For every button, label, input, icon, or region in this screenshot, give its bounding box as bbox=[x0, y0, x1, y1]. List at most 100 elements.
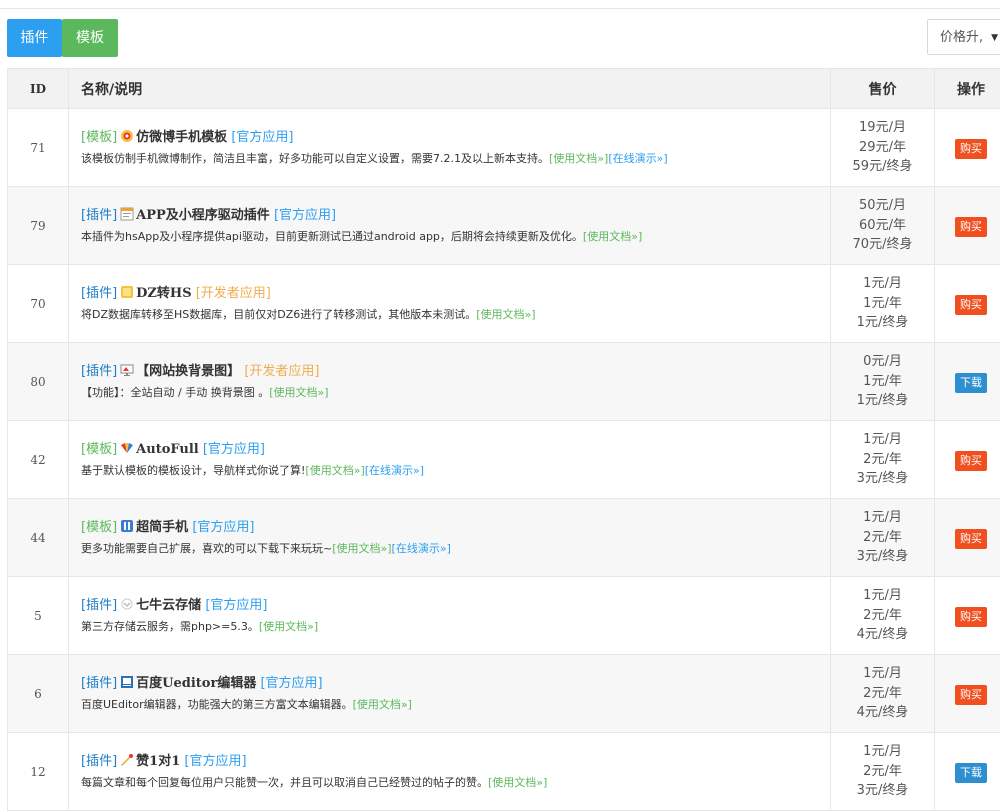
app-description: 本插件为hsApp及小程序提供api驱动，目前更新测试已通过android ap… bbox=[81, 230, 583, 243]
download-button[interactable]: 下载 bbox=[955, 373, 987, 393]
price-item: 1元/月 bbox=[832, 664, 933, 684]
row-id: 44 bbox=[8, 499, 69, 577]
type-tag-link[interactable]: [插件] bbox=[81, 754, 117, 769]
price-item: 1元/月 bbox=[832, 430, 933, 450]
app-description: 百度UEditor编辑器，功能强大的第三方富文本编辑器。 bbox=[81, 698, 353, 711]
row-id: 6 bbox=[8, 655, 69, 733]
price-item: 2元/年 bbox=[832, 606, 933, 626]
row-price-cell: 1元/月1元/年1元/终身 bbox=[831, 265, 935, 343]
price-item: 1元/月 bbox=[832, 274, 933, 294]
buy-button[interactable]: 购买 bbox=[955, 685, 987, 705]
download-button[interactable]: 下载 bbox=[955, 763, 987, 783]
buy-button[interactable]: 购买 bbox=[955, 529, 987, 549]
sort-select[interactable]: 价格升, ▼ bbox=[927, 19, 1000, 55]
app-title: APP及小程序驱动插件 bbox=[136, 208, 270, 223]
app-table: ID 名称/说明 售价 操作 71[模板]仿微博手机模板 [官方应用]该模板仿制… bbox=[7, 68, 1000, 811]
buy-button[interactable]: 购买 bbox=[955, 217, 987, 237]
hs-logo-icon bbox=[120, 519, 134, 533]
price-item: 70元/终身 bbox=[832, 235, 933, 255]
row-id: 12 bbox=[8, 733, 69, 811]
row-id: 71 bbox=[8, 109, 69, 187]
price-item: 1元/终身 bbox=[832, 313, 933, 333]
type-tag-link[interactable]: [模板] bbox=[81, 520, 117, 535]
row-price-cell: 0元/月1元/年1元/终身 bbox=[831, 343, 935, 421]
price-item: 0元/月 bbox=[832, 352, 933, 372]
buy-button[interactable]: 购买 bbox=[955, 451, 987, 471]
app-title: DZ转HS bbox=[136, 286, 191, 301]
price-item: 60元/年 bbox=[832, 216, 933, 236]
doc-link[interactable]: [使用文档»] bbox=[269, 386, 328, 399]
source-tag-link[interactable]: [官方应用] bbox=[203, 442, 265, 457]
source-tag-link[interactable]: [官方应用] bbox=[231, 130, 293, 145]
doc-link[interactable]: [使用文档»] bbox=[305, 464, 364, 477]
doc-link[interactable]: [使用文档»] bbox=[583, 230, 642, 243]
price-item: 2元/年 bbox=[832, 762, 933, 782]
type-tag-link[interactable]: [插件] bbox=[81, 676, 117, 691]
type-tag-link[interactable]: [插件] bbox=[81, 208, 117, 223]
price-item: 3元/终身 bbox=[832, 469, 933, 489]
type-tag-link[interactable]: [模板] bbox=[81, 442, 117, 457]
source-tag-link[interactable]: [官方应用] bbox=[205, 598, 267, 613]
row-id: 80 bbox=[8, 343, 69, 421]
monitor-icon bbox=[120, 363, 134, 377]
doc-link[interactable]: [使用文档»] bbox=[488, 776, 547, 789]
row-name-cell: [模板]仿微博手机模板 [官方应用]该模板仿制手机微博制作，简洁且丰富，好多功能… bbox=[69, 109, 831, 187]
demo-link[interactable]: [在线演示»] bbox=[608, 152, 667, 165]
row-name-cell: [插件]七牛云存储 [官方应用]第三方存储云服务，需php>=5.3。[使用文档… bbox=[69, 577, 831, 655]
row-name-cell: [插件] 百度Ueditor编辑器 [官方应用] 百度UEditor编辑器，功能强大… bbox=[69, 655, 831, 733]
doc-link[interactable]: [使用文档»] bbox=[549, 152, 608, 165]
table-row: 71[模板]仿微博手机模板 [官方应用]该模板仿制手机微博制作，简洁且丰富，好多… bbox=[8, 109, 1000, 187]
table-row: 80[插件]【网站换背景图】 [开发者应用]【功能】：全站自动 / 手动 换背景… bbox=[8, 343, 1000, 421]
convert-icon bbox=[120, 285, 134, 299]
row-action-cell: 购买 bbox=[935, 109, 1000, 187]
price-item: 1元/终身 bbox=[832, 391, 933, 411]
type-tag-link[interactable]: [插件] bbox=[81, 364, 117, 379]
row-price-cell: 1元/月2元/年4元/终身 bbox=[831, 577, 935, 655]
doc-link[interactable]: [使用文档»] bbox=[476, 308, 535, 321]
price-item: 59元/终身 bbox=[832, 157, 933, 177]
app-title: 百度Ueditor编辑器 bbox=[136, 676, 256, 691]
doc-link[interactable]: [使用文档»] bbox=[259, 620, 318, 633]
buy-button[interactable]: 购买 bbox=[955, 295, 987, 315]
price-item: 1元/月 bbox=[832, 742, 933, 762]
filter-plugin-button[interactable]: 插件 bbox=[7, 19, 62, 57]
source-tag-link[interactable]: [官方应用] bbox=[274, 208, 336, 223]
row-name-cell: [插件]【网站换背景图】 [开发者应用]【功能】：全站自动 / 手动 换背景图 … bbox=[69, 343, 831, 421]
doc-link[interactable]: [使用文档»] bbox=[332, 542, 391, 555]
type-tag-link[interactable]: [插件] bbox=[81, 598, 117, 613]
sort-selected-value: 价格升, bbox=[940, 30, 983, 45]
row-action-cell: 购买 bbox=[935, 265, 1000, 343]
demo-link[interactable]: [在线演示»] bbox=[365, 464, 424, 477]
filter-theme-button[interactable]: 模板 bbox=[62, 19, 118, 57]
buy-button[interactable]: 购买 bbox=[955, 607, 987, 627]
price-item: 1元/月 bbox=[832, 508, 933, 528]
row-action-cell: 购买 bbox=[935, 577, 1000, 655]
app-description: 将DZ数据库转移至HS数据库，目前仅对DZ6进行了转移测试，其他版本未测试。 bbox=[81, 308, 476, 321]
type-tag-link[interactable]: [插件] bbox=[81, 286, 117, 301]
source-tag-link[interactable]: [官方应用] bbox=[192, 520, 254, 535]
header-action: 操作 bbox=[935, 69, 1000, 109]
source-tag-link[interactable]: [官方应用] bbox=[260, 676, 322, 691]
header-name: 名称/说明 bbox=[69, 69, 831, 109]
buy-button[interactable]: 购买 bbox=[955, 139, 987, 159]
source-tag-link[interactable]: [官方应用] bbox=[184, 754, 246, 769]
price-item: 1元/月 bbox=[832, 586, 933, 606]
source-tag-link[interactable]: [开发者应用] bbox=[196, 286, 271, 301]
type-tag-link[interactable]: [模板] bbox=[81, 130, 117, 145]
row-name-cell: [插件] DZ转HS [开发者应用] 将DZ数据库转移至HS数据库，目前仅对DZ6进… bbox=[69, 265, 831, 343]
header-price: 售价 bbox=[831, 69, 935, 109]
row-price-cell: 1元/月2元/年3元/终身 bbox=[831, 421, 935, 499]
doc-link[interactable]: [使用文档»] bbox=[353, 698, 412, 711]
demo-link[interactable]: [在线演示»] bbox=[392, 542, 451, 555]
source-tag-link[interactable]: [开发者应用] bbox=[244, 364, 319, 379]
table-row: 79 [插件] APP及小程序驱动插件 [官方应用] 本插件为hsApp及小程序提供a… bbox=[8, 187, 1000, 265]
app-description: 基于默认模板的模板设计，导航样式你说了算! bbox=[81, 464, 305, 477]
row-id: 42 bbox=[8, 421, 69, 499]
row-id: 70 bbox=[8, 265, 69, 343]
row-action-cell: 购买 bbox=[935, 421, 1000, 499]
row-action-cell: 购买 bbox=[935, 499, 1000, 577]
price-item: 1元/年 bbox=[832, 372, 933, 392]
app-title: 仿微博手机模板 bbox=[136, 130, 227, 145]
table-row: 42[模板]AutoFull [官方应用]基于默认模板的模板设计，导航样式你说了… bbox=[8, 421, 1000, 499]
row-id: 79 bbox=[8, 187, 69, 265]
